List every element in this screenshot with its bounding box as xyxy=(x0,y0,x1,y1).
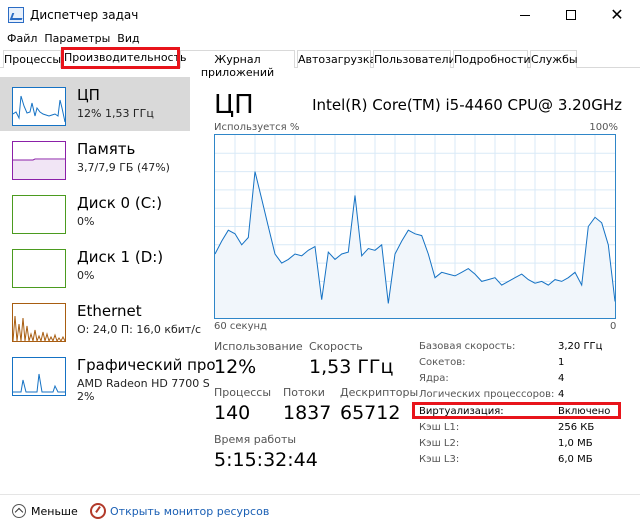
cpu-model-name: Intel(R) Core(TM) i5-4460 CPU@ 3.20GHz xyxy=(312,96,622,114)
gpu-mini-line xyxy=(13,373,65,393)
sidebar-item-gpu[interactable]: Графический про AMD Radeon HD 7700 S 2% xyxy=(0,347,216,403)
cache-l2-value: 1,0 МБ xyxy=(558,438,593,449)
menu-file[interactable]: Файл xyxy=(4,30,41,48)
axis-time-label: 60 секунд xyxy=(214,321,267,332)
sidebar-item-ethernet[interactable]: Ethernet О: 24,0 П: 16,0 кбит/с xyxy=(0,293,201,347)
menu-bar: Файл Параметры Вид xyxy=(0,30,640,48)
minimize-icon xyxy=(520,14,530,16)
sidebar-disk1-sub: 0% xyxy=(77,269,95,282)
cpu-mini-line xyxy=(12,95,66,123)
sidebar-gpu-title: Графический про xyxy=(77,356,216,374)
sidebar-ethernet-sub: О: 24,0 П: 16,0 кбит/с xyxy=(77,323,202,336)
page-title: ЦП xyxy=(214,90,254,120)
sidebar-memory-title: Память xyxy=(77,140,136,158)
usage-label: Использование xyxy=(214,340,303,353)
menu-view[interactable]: Вид xyxy=(114,30,143,48)
cpu-detail-panel: ЦП Intel(R) Core(TM) i5-4460 CPU@ 3.20GH… xyxy=(196,72,640,487)
tab-processes[interactable]: Процессы xyxy=(3,50,61,68)
disk0-thumbnail-graph xyxy=(12,195,66,234)
close-button[interactable]: ✕ xyxy=(594,0,640,30)
ethernet-mini-chart-svg xyxy=(12,315,66,343)
axis-zero-label: 0 xyxy=(610,321,617,332)
logical-processors-value: 4 xyxy=(558,389,565,400)
sidebar-ethernet-title: Ethernet xyxy=(77,302,142,320)
uptime-label: Время работы xyxy=(214,433,297,446)
sidebar-memory-sub: 3,7/7,9 ГБ (47%) xyxy=(77,161,170,174)
tab-app-history[interactable]: Журнал приложений xyxy=(180,50,295,79)
speed-value: 1,53 ГГц xyxy=(309,356,394,378)
processes-label: Процессы xyxy=(214,386,272,399)
ethernet-thumbnail-graph xyxy=(12,303,66,343)
sidebar-cpu-title: ЦП xyxy=(77,86,100,104)
close-icon: ✕ xyxy=(610,5,624,24)
sidebar-item-cpu[interactable]: ЦП 12% 1,53 ГГц xyxy=(0,77,190,131)
sidebar-gpu-sub: AMD Radeon HD 7700 S xyxy=(77,377,210,390)
gpu-mini-chart-svg xyxy=(13,373,65,393)
window-title: Диспетчер задач xyxy=(30,8,139,22)
cores-value: 4 xyxy=(558,373,565,384)
base-speed-value: 3,20 ГГц xyxy=(558,341,603,352)
uptime-value: 5:15:32:44 xyxy=(214,449,318,471)
sidebar-item-disk1[interactable]: Диск 1 (D:) 0% xyxy=(0,239,190,293)
sidebar-item-memory[interactable]: Память 3,7/7,9 ГБ (47%) xyxy=(0,131,190,185)
cores-label: Ядра: xyxy=(419,373,449,384)
title-bar: Диспетчер задач ✕ xyxy=(0,0,640,30)
logical-processors-label: Логических процессоров: xyxy=(419,389,555,400)
cache-l3-label: Кэш L3: xyxy=(419,454,460,465)
sockets-label: Сокетов: xyxy=(419,357,466,368)
cpu-thumbnail-graph xyxy=(12,87,66,126)
processes-value: 140 xyxy=(214,402,251,424)
sidebar-disk0-sub: 0% xyxy=(77,215,95,228)
performance-tab-highlight xyxy=(61,47,180,69)
threads-value: 1837 xyxy=(283,402,332,424)
cache-l1-value: 256 КБ xyxy=(558,422,595,433)
tab-users[interactable]: Пользователи xyxy=(373,50,456,68)
fewer-details-link[interactable]: Меньше xyxy=(31,505,78,518)
speed-label: Скорость xyxy=(309,340,363,353)
memory-mini-line xyxy=(13,158,65,161)
memory-thumbnail-graph xyxy=(12,141,66,180)
sockets-value: 1 xyxy=(558,357,565,368)
cache-l1-label: Кэш L1: xyxy=(419,422,460,433)
resource-sidebar: ЦП 12% 1,53 ГГц Память 3,7/7,9 ГБ (47%) … xyxy=(0,72,216,487)
tab-services[interactable]: Службы xyxy=(530,50,578,68)
minimize-button[interactable] xyxy=(502,0,548,30)
maximize-button[interactable] xyxy=(548,0,594,30)
handles-value: 65712 xyxy=(340,402,401,424)
sidebar-cpu-sub: 12% 1,53 ГГц xyxy=(77,107,154,120)
sidebar-disk1-title: Диск 1 (D:) xyxy=(77,248,164,266)
tab-startup[interactable]: Автозагрузка xyxy=(297,50,376,68)
base-speed-label: Базовая скорость: xyxy=(419,341,516,352)
cpu-mini-chart-svg xyxy=(12,95,66,123)
threads-label: Потоки xyxy=(283,386,325,399)
cpu-usage-graph xyxy=(214,134,616,319)
virtualization-highlight xyxy=(412,402,621,419)
gpu-thumbnail-graph xyxy=(12,357,66,396)
cpu-usage-chart-svg xyxy=(214,135,616,318)
tab-details[interactable]: Подробности xyxy=(453,50,531,68)
memory-mini-chart-svg xyxy=(13,158,65,179)
ethernet-mini-line xyxy=(12,315,66,343)
chevron-up-icon[interactable] xyxy=(12,504,26,518)
sidebar-disk0-title: Диск 0 (C:) xyxy=(77,194,163,212)
cache-l3-value: 6,0 МБ xyxy=(558,454,593,465)
sidebar-gpu-usage: 2% xyxy=(77,390,95,403)
cache-l2-label: Кэш L2: xyxy=(419,438,460,449)
memory-mini-fill xyxy=(13,160,65,179)
open-resource-monitor-link[interactable]: Открыть монитор ресурсов xyxy=(110,505,269,518)
sidebar-item-disk0[interactable]: Диск 0 (C:) 0% xyxy=(0,185,190,239)
graph-max-label: 100% xyxy=(589,122,618,133)
graph-usage-label: Используется % xyxy=(214,122,300,133)
task-manager-app-icon xyxy=(8,7,24,23)
maximize-icon xyxy=(566,10,576,20)
resource-monitor-icon[interactable] xyxy=(90,503,106,519)
footer-bar: Меньше Открыть монитор ресурсов xyxy=(0,494,640,531)
usage-value: 12% xyxy=(214,356,257,378)
disk1-thumbnail-graph xyxy=(12,249,66,288)
menu-parameters[interactable]: Параметры xyxy=(41,30,114,48)
handles-label: Дескрипторы xyxy=(340,386,419,399)
